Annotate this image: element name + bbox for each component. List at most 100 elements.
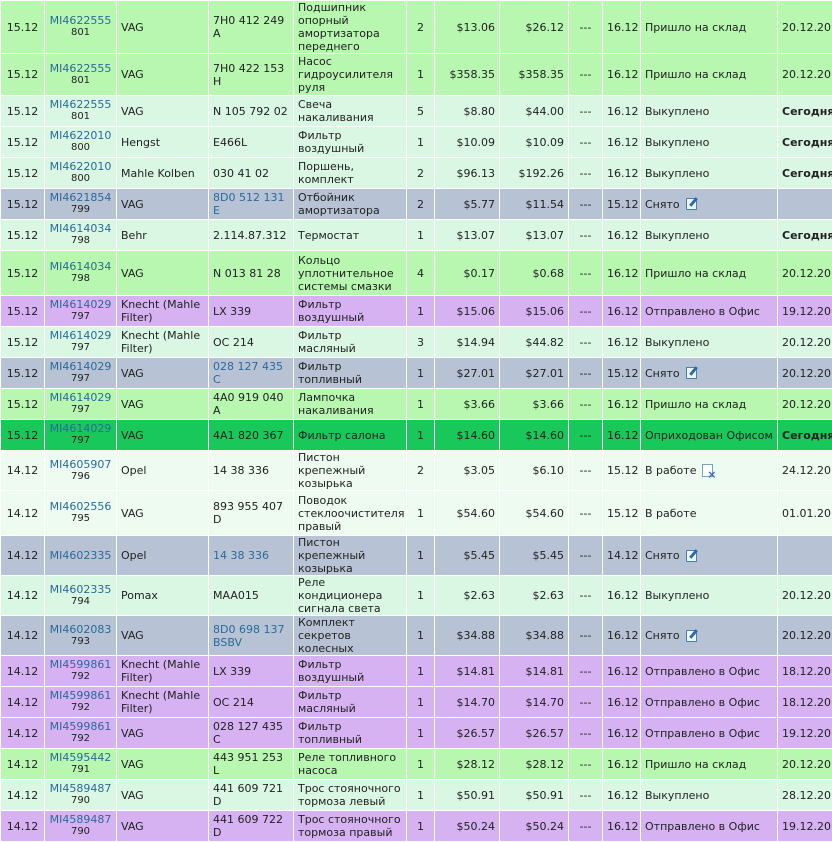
order-link[interactable]: MI4614029 [49, 299, 112, 311]
part-code[interactable]: 8D0 698 137 BSBV [209, 616, 294, 656]
status-date: 15.12 [603, 451, 641, 491]
order-number-cell: MI4602335 [45, 536, 117, 576]
order-link[interactable]: MI4622010 [49, 161, 112, 173]
order-link[interactable]: MI4605907 [49, 459, 112, 471]
unit-price: $10.09 [435, 127, 500, 158]
order-subnumber: 792 [49, 733, 112, 745]
status-text: Выкуплено [645, 789, 709, 802]
edit-icon[interactable] [686, 367, 697, 379]
brand: Knecht (Mahle Filter) [117, 656, 209, 687]
order-number-cell: MI4622010800 [45, 127, 117, 158]
order-link[interactable]: MI4622010 [49, 130, 112, 142]
order-link[interactable]: MI4602335 [49, 584, 112, 596]
order-date: 14.12 [1, 718, 45, 749]
part-code[interactable]: 8D0 512 131 E [209, 189, 294, 220]
part-code: 14 38 336 [209, 451, 294, 491]
part-code[interactable]: 028 127 435 C [209, 358, 294, 389]
status-date: 15.12 [603, 189, 641, 220]
cancel-order-icon[interactable] [702, 464, 713, 477]
unit-price: $5.77 [435, 189, 500, 220]
status-date: 16.12 [603, 1, 641, 54]
part-code[interactable]: 14 38 336 [209, 536, 294, 576]
table-row: 14.12MI4595442791VAG443 951 253 LРеле то… [1, 749, 832, 780]
order-link[interactable]: MI4614029 [49, 423, 112, 435]
part-code: MAA015 [209, 576, 294, 616]
status-cell: Пришло на склад [641, 389, 778, 420]
part-name: Насос гидроусилителя руля [294, 54, 407, 96]
delivery-date: 19.12.2010 [778, 296, 832, 327]
status-text: Отправлено в Офис [645, 820, 760, 833]
part-code: 893 955 407 D [209, 491, 294, 536]
status-text: Отправлено в Офис [645, 665, 760, 678]
status-date: 15.12 [603, 491, 641, 536]
order-link[interactable]: MI4622555 [49, 15, 112, 27]
order-link[interactable]: MI4614034 [49, 223, 112, 235]
status-date: 16.12 [603, 749, 641, 780]
total-price: $14.60 [500, 420, 569, 451]
status-date: 16.12 [603, 96, 641, 127]
edit-icon[interactable] [686, 630, 697, 642]
status-date: 16.12 [603, 296, 641, 327]
order-link[interactable]: MI4602083 [49, 624, 112, 636]
status-date: 16.12 [603, 127, 641, 158]
status-cell: Выкуплено [641, 220, 778, 251]
unit-price: $50.24 [435, 811, 500, 842]
order-link[interactable]: MI4622555 [49, 63, 112, 75]
order-number-cell: MI4599861792 [45, 687, 117, 718]
order-link[interactable]: MI4602335 [49, 550, 112, 562]
order-link[interactable]: MI4621854 [49, 192, 112, 204]
order-link[interactable]: MI4589487 [49, 814, 112, 826]
part-name: Фильтр топливный [294, 358, 407, 389]
order-link[interactable]: MI4614029 [49, 392, 112, 404]
order-link[interactable]: MI4614029 [49, 330, 112, 342]
delivery-date: 20.12.2010 [778, 54, 832, 96]
order-number-cell: MI4622555801 [45, 54, 117, 96]
delivery-date [778, 536, 832, 576]
part-code: 441 609 721 D [209, 780, 294, 811]
placeholder-dash: --- [569, 811, 603, 842]
brand: VAG [117, 811, 209, 842]
table-row: 15.12MI4622010800Mahle Kolben030 41 02По… [1, 158, 832, 189]
order-link[interactable]: MI4599861 [49, 659, 112, 671]
delivery-date: Сегодня [778, 127, 832, 158]
order-number-cell: MI4614029797 [45, 389, 117, 420]
quantity: 1 [407, 576, 435, 616]
quantity: 1 [407, 718, 435, 749]
status-cell: Выкуплено [641, 576, 778, 616]
order-date: 15.12 [1, 1, 45, 54]
part-name: Термостат [294, 220, 407, 251]
order-number-cell: MI4602556795 [45, 491, 117, 536]
quantity: 1 [407, 420, 435, 451]
quantity: 1 [407, 656, 435, 687]
placeholder-dash: --- [569, 420, 603, 451]
order-subnumber: 794 [49, 596, 112, 608]
placeholder-dash: --- [569, 718, 603, 749]
order-link[interactable]: MI4602556 [49, 501, 112, 513]
status-date: 16.12 [603, 327, 641, 358]
part-code: 2.114.87.312 [209, 220, 294, 251]
order-number-cell: MI4621854799 [45, 189, 117, 220]
total-price: $26.12 [500, 1, 569, 54]
order-link[interactable]: MI4589487 [49, 783, 112, 795]
order-link[interactable]: MI4614034 [49, 261, 112, 273]
order-link[interactable]: MI4599861 [49, 721, 112, 733]
order-link[interactable]: MI4622555 [49, 99, 112, 111]
table-row: 14.12MI4599861792Knecht (Mahle Filter)LX… [1, 656, 832, 687]
status-cell: Отправлено в Офис [641, 296, 778, 327]
order-link[interactable]: MI4614029 [49, 361, 112, 373]
brand: VAG [117, 616, 209, 656]
status-date: 16.12 [603, 220, 641, 251]
edit-icon[interactable] [686, 550, 697, 562]
order-link[interactable]: MI4595442 [49, 752, 112, 764]
order-link[interactable]: MI4599861 [49, 690, 112, 702]
part-code: 441 609 722 D [209, 811, 294, 842]
status-text: Пришло на склад [645, 68, 746, 81]
placeholder-dash: --- [569, 189, 603, 220]
placeholder-dash: --- [569, 451, 603, 491]
delivery-date: 20.12.2010 [778, 251, 832, 296]
order-date: 15.12 [1, 251, 45, 296]
order-date: 15.12 [1, 127, 45, 158]
order-number-cell: MI4622010800 [45, 158, 117, 189]
quantity: 3 [407, 327, 435, 358]
edit-icon[interactable] [686, 198, 697, 210]
